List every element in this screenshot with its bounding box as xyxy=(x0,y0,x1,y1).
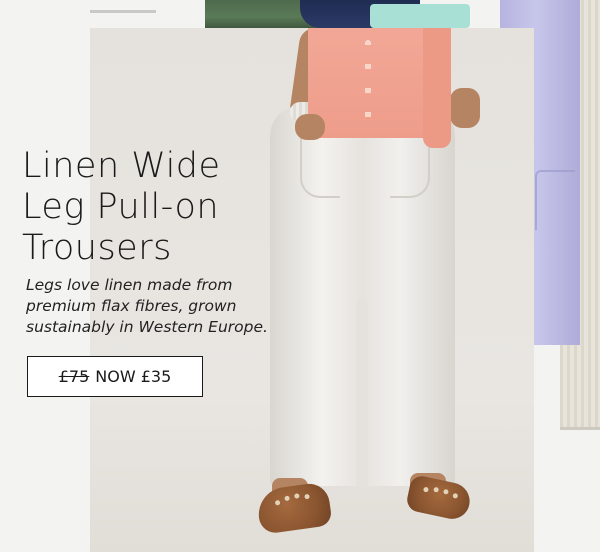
product-description-line: sustainably in Western Europe. xyxy=(26,318,268,336)
shirt-sleeve xyxy=(423,28,451,148)
product-title: Linen Wide Leg Pull-on Trousers xyxy=(22,146,282,269)
model-arm-right xyxy=(450,88,480,128)
shop-price-button[interactable]: £75 NOW £35 xyxy=(27,356,203,397)
sandal-left xyxy=(255,481,333,535)
product-description-line: Legs love linen made from xyxy=(26,276,233,294)
product-title-line: Linen Wide xyxy=(22,146,221,186)
product-description-line: premium flax fibres, grown xyxy=(26,297,237,315)
trouser-leg-gap xyxy=(356,298,368,488)
promo-banner[interactable]: Linen Wide Leg Pull-on Trousers Legs lov… xyxy=(0,0,600,552)
model-hand-in-pocket xyxy=(295,114,325,140)
product-title-line: Trousers xyxy=(22,228,172,268)
original-price: £75 xyxy=(58,367,90,386)
lavender-pocket-seam xyxy=(535,170,575,230)
shirt-buttons xyxy=(365,40,371,120)
sale-price: NOW £35 xyxy=(95,367,172,386)
mint-garment-image xyxy=(370,4,470,28)
product-title-line: Leg Pull-on xyxy=(22,187,220,227)
product-description: Legs love linen made from premium flax f… xyxy=(26,275,286,338)
sandal-right xyxy=(404,473,474,523)
top-divider xyxy=(90,0,200,31)
